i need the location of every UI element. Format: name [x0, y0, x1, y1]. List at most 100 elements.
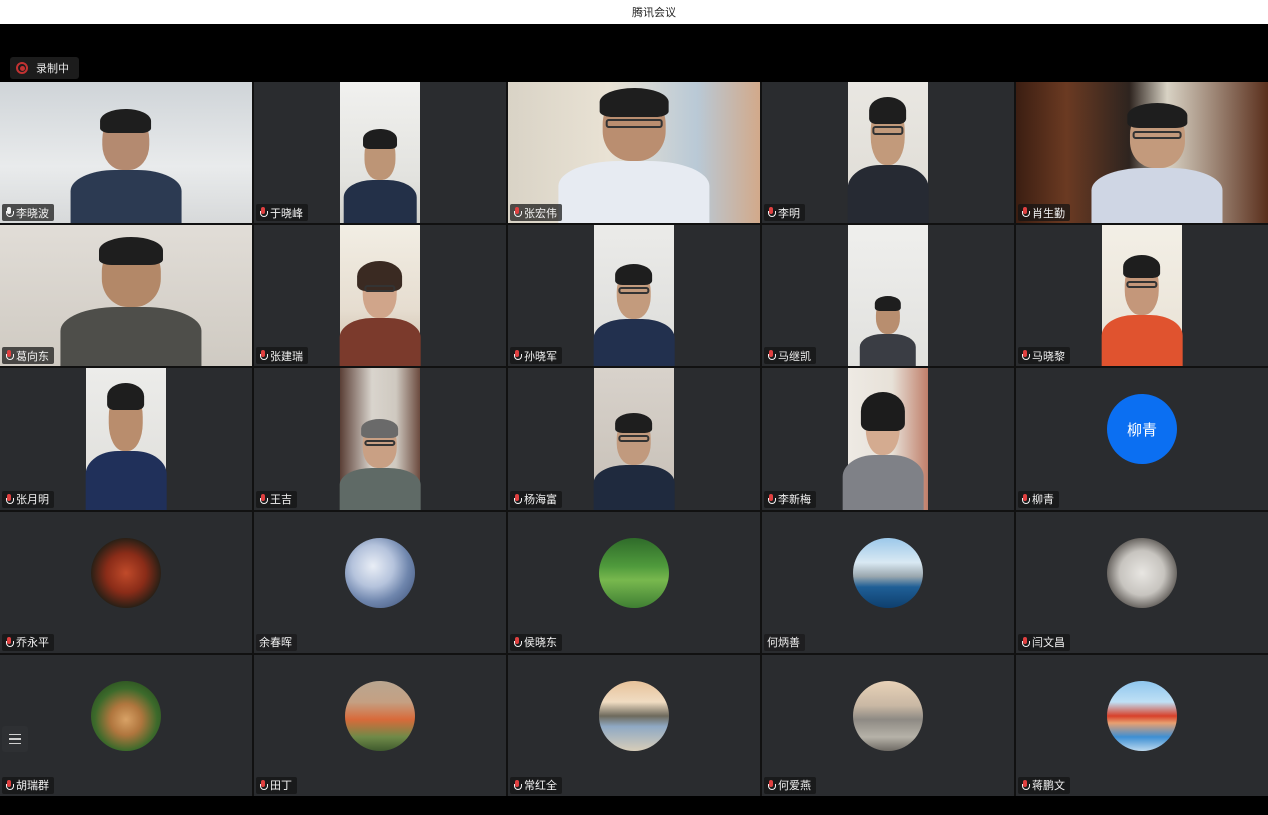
microphone-muted-icon — [1021, 207, 1030, 218]
video-feed — [0, 225, 252, 367]
microphone-muted-icon — [767, 207, 776, 218]
microphone-muted-icon — [5, 636, 14, 648]
microphone-muted-icon — [1021, 350, 1030, 361]
microphone-muted-icon — [5, 350, 14, 361]
participant-name-tag: 蒋鹏文 — [1018, 776, 1070, 794]
video-feed — [1101, 225, 1183, 367]
record-icon — [16, 62, 28, 74]
participant-name-tag: 何炳善 — [764, 633, 805, 651]
participant-tile[interactable]: 李新梅 — [762, 368, 1014, 510]
microphone-muted-icon — [5, 493, 14, 505]
participant-tile[interactable]: 蒋鹏文 — [1016, 654, 1268, 796]
video-feed — [1016, 82, 1268, 224]
video-feed — [85, 368, 167, 510]
recording-indicator[interactable]: 录制中 — [10, 57, 79, 79]
video-feed — [0, 82, 252, 224]
video-feed — [339, 225, 421, 367]
microphone-icon — [5, 207, 14, 218]
video-grid: 李晓波 于晓峰 张宏伟 李明 肖生勤 葛向东 张建瑞 孙晓军 马继凯 马晓黎 张… — [0, 82, 1268, 796]
microphone-muted-icon — [513, 779, 522, 791]
video-feed — [842, 368, 929, 510]
participant-name-tag: 王吉 — [256, 490, 297, 508]
participant-tile[interactable]: 何爱燕 — [762, 654, 1014, 796]
participant-tile[interactable]: 张月明 — [0, 368, 252, 510]
participant-tile[interactable]: 孙晓军 — [508, 225, 760, 367]
participant-avatar — [853, 680, 923, 751]
microphone-muted-icon — [513, 350, 522, 361]
participant-avatar — [91, 537, 161, 608]
participant-name-tag: 葛向东 — [2, 347, 54, 365]
participant-avatar: 柳青 — [1107, 394, 1177, 465]
participant-name-tag: 侯晓东 — [510, 633, 562, 651]
participant-tile[interactable]: 杨海富 — [508, 368, 760, 510]
participant-name-tag: 张宏伟 — [510, 204, 562, 222]
participant-avatar — [1107, 680, 1177, 751]
participant-avatar — [599, 680, 669, 751]
participant-name-tag: 田丁 — [256, 776, 297, 794]
participant-tile[interactable]: 张宏伟 — [508, 82, 760, 224]
participant-tile[interactable]: 田丁 — [254, 654, 506, 796]
participant-name-tag: 于晓峰 — [256, 204, 308, 222]
microphone-muted-icon — [259, 779, 268, 791]
participant-name-tag: 李晓波 — [2, 204, 54, 222]
participant-name-tag: 何爱燕 — [764, 776, 816, 794]
video-feed — [847, 225, 929, 367]
microphone-muted-icon — [1021, 636, 1030, 648]
participant-name-tag: 闫文昌 — [1018, 633, 1070, 651]
participant-tile[interactable]: 肖生勤 — [1016, 82, 1268, 224]
participant-name-tag: 乔永平 — [2, 633, 54, 651]
participant-name-tag: 胡瑞群 — [2, 776, 54, 794]
participant-tile[interactable]: 张建瑞 — [254, 225, 506, 367]
participant-tile[interactable]: 余春晖 — [254, 511, 506, 653]
participant-name-tag: 马晓黎 — [1018, 347, 1070, 365]
participant-tile[interactable]: 马继凯 — [762, 225, 1014, 367]
microphone-muted-icon — [259, 207, 268, 218]
participant-name-tag: 马继凯 — [764, 347, 816, 365]
video-feed — [339, 82, 421, 224]
participant-name-tag: 李新梅 — [764, 490, 816, 508]
microphone-muted-icon — [767, 779, 776, 791]
microphone-muted-icon — [767, 350, 776, 361]
video-feed — [508, 82, 760, 224]
participant-tile[interactable]: 闫文昌 — [1016, 511, 1268, 653]
participant-tile[interactable]: 柳青 柳青 — [1016, 368, 1268, 510]
microphone-muted-icon — [513, 636, 522, 648]
participant-tile[interactable]: 马晓黎 — [1016, 225, 1268, 367]
microphone-muted-icon — [1021, 493, 1030, 505]
participant-avatar — [91, 680, 161, 751]
video-feed — [593, 368, 675, 510]
participant-name-tag: 张月明 — [2, 490, 54, 508]
participant-tile[interactable]: 葛向东 — [0, 225, 252, 367]
window-title: 腾讯会议 — [632, 6, 676, 19]
participant-name-tag: 张建瑞 — [256, 347, 308, 365]
participant-avatar — [853, 537, 923, 608]
participant-name-tag: 杨海富 — [510, 490, 562, 508]
microphone-muted-icon — [259, 493, 268, 505]
participant-tile[interactable]: 于晓峰 — [254, 82, 506, 224]
microphone-muted-icon — [259, 350, 268, 361]
participant-tile[interactable]: 王吉 — [254, 368, 506, 510]
participant-name-tag: 孙晓军 — [510, 347, 562, 365]
participant-tile[interactable]: 常红全 — [508, 654, 760, 796]
participant-tile[interactable]: 李明 — [762, 82, 1014, 224]
participant-tile[interactable]: 胡瑞群 — [0, 654, 252, 796]
microphone-muted-icon — [767, 493, 776, 505]
title-bar: 腾讯会议 — [0, 0, 1268, 24]
participant-name-tag: 柳青 — [1018, 490, 1059, 508]
participant-tile[interactable]: 何炳善 — [762, 511, 1014, 653]
participant-avatar — [1107, 537, 1177, 608]
participant-name-tag: 常红全 — [510, 776, 562, 794]
participant-tile[interactable]: 乔永平 — [0, 511, 252, 653]
participant-name-tag: 余春晖 — [256, 633, 297, 651]
recording-label: 录制中 — [36, 62, 69, 75]
video-feed — [339, 368, 421, 510]
participant-avatar — [345, 537, 415, 608]
participant-avatar — [599, 537, 669, 608]
list-icon[interactable] — [2, 726, 28, 752]
participant-name-tag: 李明 — [764, 204, 805, 222]
participant-tile[interactable]: 李晓波 — [0, 82, 252, 224]
bottom-bar — [0, 796, 1268, 815]
microphone-muted-icon — [5, 779, 14, 791]
participant-tile[interactable]: 侯晓东 — [508, 511, 760, 653]
video-feed — [593, 225, 675, 367]
